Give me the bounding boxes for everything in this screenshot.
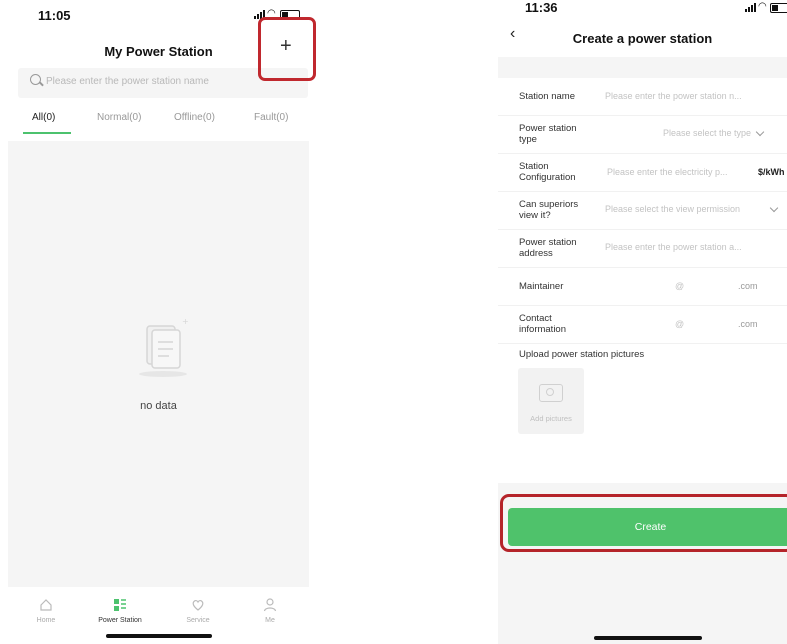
search-placeholder: Please enter the power station name <box>46 76 209 87</box>
nav-home[interactable]: Home <box>16 587 76 624</box>
field-station-configuration[interactable]: Station Configuration Please enter the e… <box>498 154 787 192</box>
nav-home-label: Home <box>36 617 56 624</box>
tab-all[interactable]: All(0) <box>32 112 55 123</box>
field-label: Power station address <box>519 237 577 259</box>
field-label: Can superiors view it? <box>519 199 579 221</box>
status-time: 11:05 <box>38 8 71 23</box>
nav-power-station-label: Power Station <box>98 617 142 624</box>
nav-me[interactable]: Me <box>240 587 300 624</box>
field-label: Station Configuration <box>519 161 576 183</box>
nav-me-label: Me <box>265 617 275 624</box>
status-tabs: All(0) Normal(0) Offline(0) Fault(0) <box>8 103 309 139</box>
highlight-box-add <box>258 17 316 81</box>
nav-power-station[interactable]: Power Station <box>90 587 150 624</box>
page-title: Create a power station <box>572 31 713 46</box>
nav-service[interactable]: Service <box>168 587 228 624</box>
maintainer-domain: .com <box>738 281 758 291</box>
upload-label: Upload power station pictures <box>519 349 645 360</box>
home-indicator <box>594 636 702 640</box>
battery-icon <box>770 3 787 13</box>
contact-domain: .com <box>738 319 758 329</box>
field-maintainer[interactable]: Maintainer @ .com <box>498 268 787 306</box>
field-label: Contact information <box>519 313 566 335</box>
field-power-station-type[interactable]: Power station type Please select the typ… <box>498 116 787 154</box>
status-bar: 11:36 ◠ <box>498 0 787 30</box>
svg-text:+: + <box>182 317 189 326</box>
empty-state-text: no data <box>140 400 177 412</box>
user-icon <box>263 598 277 612</box>
field-view-permission[interactable]: Can superiors view it? Please select the… <box>498 192 787 230</box>
station-address-input[interactable]: Please enter the power station a... <box>605 242 742 252</box>
add-pictures-button[interactable]: Add pictures <box>518 368 584 434</box>
field-label: Maintainer <box>519 281 564 292</box>
search-icon <box>30 74 41 85</box>
view-permission-select[interactable]: Please select the view permission <box>605 204 740 214</box>
field-label: Power station type <box>519 123 577 145</box>
contact-email-input[interactable]: @ <box>675 319 684 329</box>
field-label: Station name <box>519 91 575 102</box>
nav-service-label: Service <box>186 617 210 624</box>
price-unit: $/kWh <box>758 167 785 177</box>
chevron-down-icon <box>769 203 779 213</box>
chevron-down-icon <box>755 127 765 137</box>
home-indicator <box>105 634 212 638</box>
station-name-input[interactable]: Please enter the power station n... <box>605 91 742 101</box>
add-pictures-label: Add pictures <box>530 414 572 423</box>
electricity-price-input[interactable]: Please enter the electricity p... <box>607 167 728 177</box>
status-time: 11:36 <box>525 0 558 15</box>
tab-normal[interactable]: Normal(0) <box>97 112 141 123</box>
wifi-icon: ◠ <box>758 1 767 12</box>
camera-icon <box>539 384 563 402</box>
highlight-box-create <box>500 494 787 552</box>
signal-icon <box>745 3 756 12</box>
my-power-station-screen: 11:05 ◠ My Power Station + Please enter … <box>8 0 309 644</box>
tab-offline[interactable]: Offline(0) <box>174 112 215 123</box>
active-tab-indicator <box>23 132 71 134</box>
field-station-address[interactable]: Power station address Please enter the p… <box>498 230 787 268</box>
tab-fault[interactable]: Fault(0) <box>254 112 288 123</box>
field-station-name[interactable]: Station name Please enter the power stat… <box>498 78 787 116</box>
field-contact-information[interactable]: Contact information @ .com <box>498 306 787 344</box>
service-icon <box>192 599 204 611</box>
station-type-select[interactable]: Please select the type <box>663 128 751 138</box>
power-station-icon <box>114 599 126 611</box>
no-data-icon: + <box>139 317 189 377</box>
maintainer-email-input[interactable]: @ <box>675 281 684 291</box>
home-icon <box>40 599 52 611</box>
